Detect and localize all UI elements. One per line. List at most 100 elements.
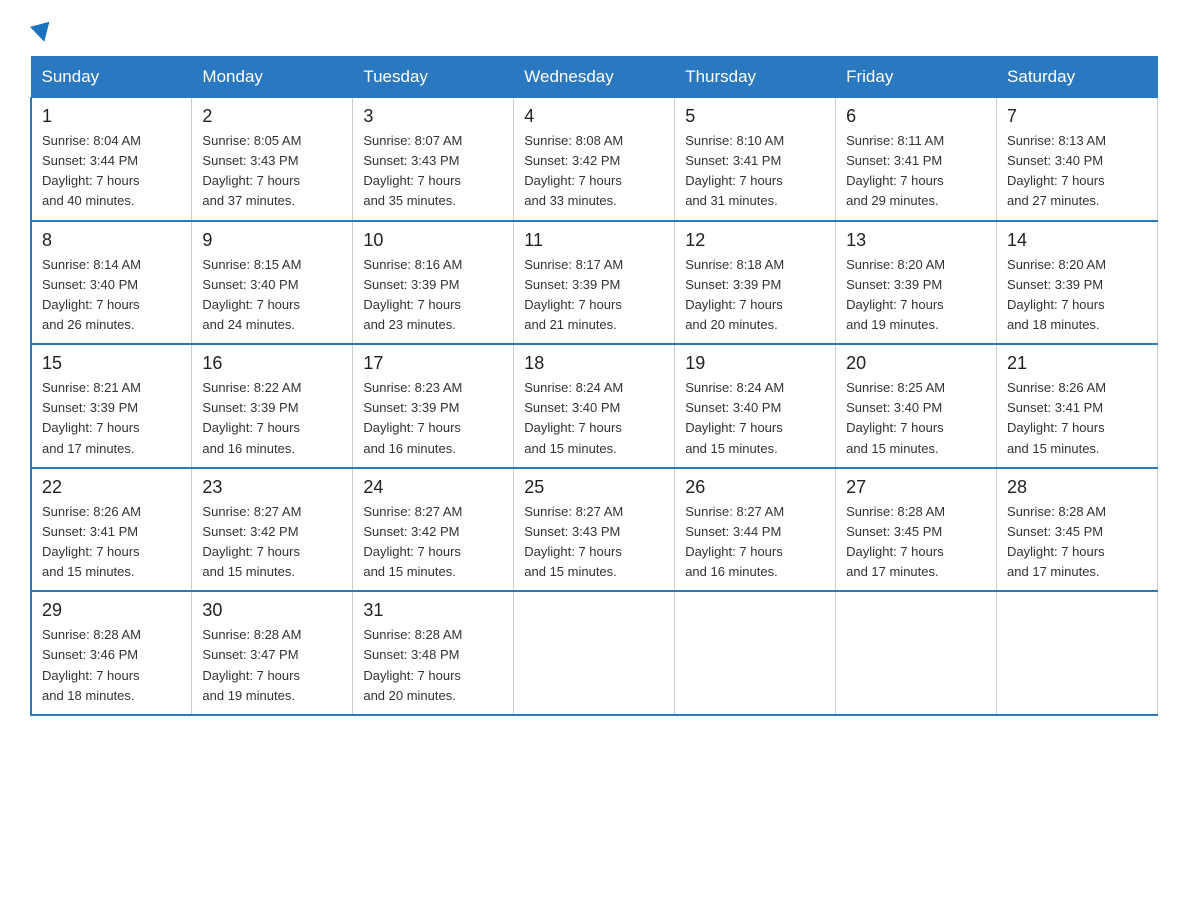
day-info: Sunrise: 8:23 AM Sunset: 3:39 PM Dayligh… xyxy=(363,378,503,459)
col-header-tuesday: Tuesday xyxy=(353,57,514,98)
day-number: 22 xyxy=(42,477,181,498)
day-number: 5 xyxy=(685,106,825,127)
day-info: Sunrise: 8:24 AM Sunset: 3:40 PM Dayligh… xyxy=(685,378,825,459)
day-info: Sunrise: 8:25 AM Sunset: 3:40 PM Dayligh… xyxy=(846,378,986,459)
day-info: Sunrise: 8:27 AM Sunset: 3:44 PM Dayligh… xyxy=(685,502,825,583)
day-number: 15 xyxy=(42,353,181,374)
calendar-cell: 25 Sunrise: 8:27 AM Sunset: 3:43 PM Dayl… xyxy=(514,468,675,592)
day-info: Sunrise: 8:27 AM Sunset: 3:42 PM Dayligh… xyxy=(363,502,503,583)
logo-area xyxy=(30,20,52,38)
week-row-3: 15 Sunrise: 8:21 AM Sunset: 3:39 PM Dayl… xyxy=(31,344,1158,468)
calendar-cell: 30 Sunrise: 8:28 AM Sunset: 3:47 PM Dayl… xyxy=(192,591,353,715)
calendar-cell: 2 Sunrise: 8:05 AM Sunset: 3:43 PM Dayli… xyxy=(192,98,353,221)
calendar-cell: 29 Sunrise: 8:28 AM Sunset: 3:46 PM Dayl… xyxy=(31,591,192,715)
day-info: Sunrise: 8:11 AM Sunset: 3:41 PM Dayligh… xyxy=(846,131,986,212)
week-row-2: 8 Sunrise: 8:14 AM Sunset: 3:40 PM Dayli… xyxy=(31,221,1158,345)
day-info: Sunrise: 8:04 AM Sunset: 3:44 PM Dayligh… xyxy=(42,131,181,212)
calendar-cell: 15 Sunrise: 8:21 AM Sunset: 3:39 PM Dayl… xyxy=(31,344,192,468)
calendar-cell: 31 Sunrise: 8:28 AM Sunset: 3:48 PM Dayl… xyxy=(353,591,514,715)
day-number: 13 xyxy=(846,230,986,251)
calendar-cell xyxy=(675,591,836,715)
day-number: 7 xyxy=(1007,106,1147,127)
day-info: Sunrise: 8:14 AM Sunset: 3:40 PM Dayligh… xyxy=(42,255,181,336)
day-number: 23 xyxy=(202,477,342,498)
calendar-cell: 19 Sunrise: 8:24 AM Sunset: 3:40 PM Dayl… xyxy=(675,344,836,468)
col-header-friday: Friday xyxy=(836,57,997,98)
day-info: Sunrise: 8:27 AM Sunset: 3:42 PM Dayligh… xyxy=(202,502,342,583)
day-info: Sunrise: 8:21 AM Sunset: 3:39 PM Dayligh… xyxy=(42,378,181,459)
day-number: 21 xyxy=(1007,353,1147,374)
day-number: 1 xyxy=(42,106,181,127)
col-header-thursday: Thursday xyxy=(675,57,836,98)
col-header-monday: Monday xyxy=(192,57,353,98)
day-info: Sunrise: 8:20 AM Sunset: 3:39 PM Dayligh… xyxy=(846,255,986,336)
day-info: Sunrise: 8:05 AM Sunset: 3:43 PM Dayligh… xyxy=(202,131,342,212)
logo-triangle-icon xyxy=(30,22,54,45)
page-header xyxy=(30,20,1158,38)
calendar-cell: 4 Sunrise: 8:08 AM Sunset: 3:42 PM Dayli… xyxy=(514,98,675,221)
calendar-cell: 6 Sunrise: 8:11 AM Sunset: 3:41 PM Dayli… xyxy=(836,98,997,221)
day-number: 28 xyxy=(1007,477,1147,498)
day-info: Sunrise: 8:28 AM Sunset: 3:48 PM Dayligh… xyxy=(363,625,503,706)
day-info: Sunrise: 8:26 AM Sunset: 3:41 PM Dayligh… xyxy=(1007,378,1147,459)
calendar-cell: 27 Sunrise: 8:28 AM Sunset: 3:45 PM Dayl… xyxy=(836,468,997,592)
day-info: Sunrise: 8:24 AM Sunset: 3:40 PM Dayligh… xyxy=(524,378,664,459)
calendar-cell: 23 Sunrise: 8:27 AM Sunset: 3:42 PM Dayl… xyxy=(192,468,353,592)
calendar-cell: 17 Sunrise: 8:23 AM Sunset: 3:39 PM Dayl… xyxy=(353,344,514,468)
day-number: 6 xyxy=(846,106,986,127)
day-number: 20 xyxy=(846,353,986,374)
calendar-cell: 14 Sunrise: 8:20 AM Sunset: 3:39 PM Dayl… xyxy=(997,221,1158,345)
day-info: Sunrise: 8:28 AM Sunset: 3:45 PM Dayligh… xyxy=(1007,502,1147,583)
day-number: 4 xyxy=(524,106,664,127)
col-header-saturday: Saturday xyxy=(997,57,1158,98)
week-row-4: 22 Sunrise: 8:26 AM Sunset: 3:41 PM Dayl… xyxy=(31,468,1158,592)
calendar-cell: 21 Sunrise: 8:26 AM Sunset: 3:41 PM Dayl… xyxy=(997,344,1158,468)
day-info: Sunrise: 8:10 AM Sunset: 3:41 PM Dayligh… xyxy=(685,131,825,212)
day-number: 12 xyxy=(685,230,825,251)
calendar-cell: 22 Sunrise: 8:26 AM Sunset: 3:41 PM Dayl… xyxy=(31,468,192,592)
day-info: Sunrise: 8:15 AM Sunset: 3:40 PM Dayligh… xyxy=(202,255,342,336)
day-info: Sunrise: 8:22 AM Sunset: 3:39 PM Dayligh… xyxy=(202,378,342,459)
day-number: 9 xyxy=(202,230,342,251)
calendar-table: SundayMondayTuesdayWednesdayThursdayFrid… xyxy=(30,56,1158,716)
day-info: Sunrise: 8:28 AM Sunset: 3:46 PM Dayligh… xyxy=(42,625,181,706)
calendar-cell xyxy=(836,591,997,715)
day-number: 24 xyxy=(363,477,503,498)
calendar-cell: 28 Sunrise: 8:28 AM Sunset: 3:45 PM Dayl… xyxy=(997,468,1158,592)
day-number: 17 xyxy=(363,353,503,374)
calendar-cell: 7 Sunrise: 8:13 AM Sunset: 3:40 PM Dayli… xyxy=(997,98,1158,221)
calendar-cell: 1 Sunrise: 8:04 AM Sunset: 3:44 PM Dayli… xyxy=(31,98,192,221)
day-info: Sunrise: 8:08 AM Sunset: 3:42 PM Dayligh… xyxy=(524,131,664,212)
day-info: Sunrise: 8:16 AM Sunset: 3:39 PM Dayligh… xyxy=(363,255,503,336)
calendar-cell: 5 Sunrise: 8:10 AM Sunset: 3:41 PM Dayli… xyxy=(675,98,836,221)
calendar-cell: 16 Sunrise: 8:22 AM Sunset: 3:39 PM Dayl… xyxy=(192,344,353,468)
calendar-cell: 24 Sunrise: 8:27 AM Sunset: 3:42 PM Dayl… xyxy=(353,468,514,592)
day-number: 30 xyxy=(202,600,342,621)
day-info: Sunrise: 8:18 AM Sunset: 3:39 PM Dayligh… xyxy=(685,255,825,336)
calendar-cell: 12 Sunrise: 8:18 AM Sunset: 3:39 PM Dayl… xyxy=(675,221,836,345)
calendar-cell: 26 Sunrise: 8:27 AM Sunset: 3:44 PM Dayl… xyxy=(675,468,836,592)
day-number: 10 xyxy=(363,230,503,251)
day-info: Sunrise: 8:07 AM Sunset: 3:43 PM Dayligh… xyxy=(363,131,503,212)
calendar-cell: 13 Sunrise: 8:20 AM Sunset: 3:39 PM Dayl… xyxy=(836,221,997,345)
col-header-wednesday: Wednesday xyxy=(514,57,675,98)
day-number: 14 xyxy=(1007,230,1147,251)
day-number: 18 xyxy=(524,353,664,374)
calendar-cell: 11 Sunrise: 8:17 AM Sunset: 3:39 PM Dayl… xyxy=(514,221,675,345)
day-info: Sunrise: 8:13 AM Sunset: 3:40 PM Dayligh… xyxy=(1007,131,1147,212)
day-info: Sunrise: 8:17 AM Sunset: 3:39 PM Dayligh… xyxy=(524,255,664,336)
calendar-cell: 3 Sunrise: 8:07 AM Sunset: 3:43 PM Dayli… xyxy=(353,98,514,221)
calendar-cell: 20 Sunrise: 8:25 AM Sunset: 3:40 PM Dayl… xyxy=(836,344,997,468)
day-info: Sunrise: 8:20 AM Sunset: 3:39 PM Dayligh… xyxy=(1007,255,1147,336)
logo xyxy=(30,20,52,42)
calendar-cell: 18 Sunrise: 8:24 AM Sunset: 3:40 PM Dayl… xyxy=(514,344,675,468)
day-info: Sunrise: 8:26 AM Sunset: 3:41 PM Dayligh… xyxy=(42,502,181,583)
day-number: 27 xyxy=(846,477,986,498)
day-info: Sunrise: 8:28 AM Sunset: 3:45 PM Dayligh… xyxy=(846,502,986,583)
day-header-row: SundayMondayTuesdayWednesdayThursdayFrid… xyxy=(31,57,1158,98)
day-number: 8 xyxy=(42,230,181,251)
day-number: 11 xyxy=(524,230,664,251)
calendar-cell: 9 Sunrise: 8:15 AM Sunset: 3:40 PM Dayli… xyxy=(192,221,353,345)
col-header-sunday: Sunday xyxy=(31,57,192,98)
day-info: Sunrise: 8:27 AM Sunset: 3:43 PM Dayligh… xyxy=(524,502,664,583)
